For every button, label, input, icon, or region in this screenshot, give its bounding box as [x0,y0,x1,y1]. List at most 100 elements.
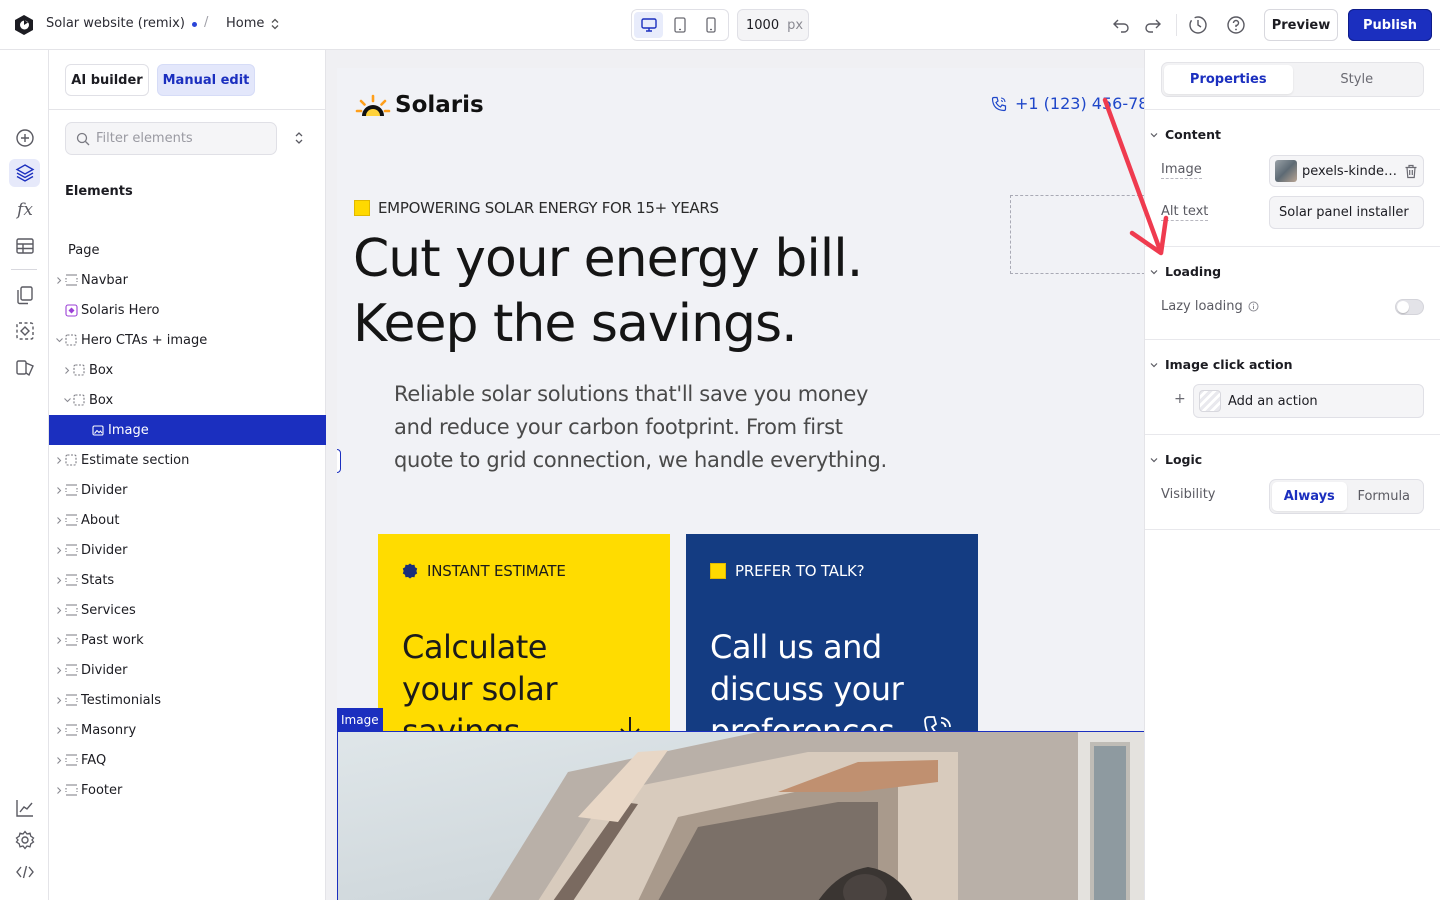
hero-headline-line-2: Keep the savings. [353,294,798,354]
tree-item[interactable]: Services [49,595,326,625]
code-icon[interactable] [13,860,37,884]
components-icon[interactable] [13,319,37,343]
tree-item[interactable]: Divider [49,535,326,565]
visibility-always-option[interactable]: Always [1272,482,1347,511]
site-brand[interactable]: Solaris [355,92,484,118]
publish-button[interactable]: Publish [1348,9,1432,41]
click-action-section-header[interactable]: Image click action [1149,357,1293,372]
tree-item-label: Box [89,392,114,408]
logic-section-header[interactable]: Logic [1149,452,1202,467]
section-divider [1145,246,1440,247]
alt-text-input[interactable]: Solar panel installer [1269,196,1424,229]
add-action-label: Add an action [1228,393,1318,409]
resize-handle[interactable] [337,449,341,473]
chevron-right-icon[interactable] [54,786,64,795]
tree-item[interactable]: Masonry [49,715,326,745]
tree-item[interactable]: Divider [49,655,326,685]
chevron-right-icon[interactable] [54,456,64,465]
trash-icon[interactable] [1404,164,1418,179]
tree-item[interactable]: Past work [49,625,326,655]
layers-icon[interactable] [9,159,40,187]
box-icon [72,363,86,377]
tree-item[interactable]: Image [49,415,326,445]
filter-elements-input[interactable]: Filter elements [65,122,277,155]
breadcrumb-separator: / [204,15,209,30]
section-divider [1145,339,1440,340]
desktop-view-button[interactable] [634,12,664,38]
add-action-button[interactable]: Add an action [1193,384,1424,418]
tree-item-label: Masonry [81,722,137,738]
history-icon[interactable] [1187,14,1209,36]
elements-heading: Elements [65,184,133,199]
chevron-right-icon[interactable] [54,576,64,585]
chevron-right-icon[interactable] [54,756,64,765]
app-logo-icon[interactable] [13,14,35,36]
chevron-right-icon[interactable] [54,546,64,555]
tab-style[interactable]: Style [1293,65,1422,94]
lazy-loading-toggle[interactable] [1395,299,1424,315]
plus-icon[interactable]: + [1174,391,1186,407]
tree-item[interactable]: Testimonials [49,685,326,715]
tree-item[interactable]: Page [49,235,326,265]
add-element-icon[interactable] [13,126,37,150]
sun-logo-icon [355,94,391,116]
tree-item[interactable]: Navbar [49,265,326,295]
visibility-formula-option[interactable]: Formula [1347,482,1422,511]
tree-item[interactable]: Estimate section [49,445,326,475]
tree-item[interactable]: Solaris Hero [49,295,326,325]
tab-properties[interactable]: Properties [1164,65,1293,94]
expand-collapse-icon[interactable] [293,130,305,146]
project-name[interactable]: Solar website (remix) [46,16,185,31]
assets-icon[interactable] [13,355,37,379]
mobile-view-button[interactable] [697,12,726,38]
help-icon[interactable] [1225,14,1247,36]
chevron-right-icon[interactable] [54,696,64,705]
manual-edit-tab[interactable]: Manual edit [157,64,255,96]
settings-gear-icon[interactable] [13,828,37,852]
tree-item-label: Divider [81,482,128,498]
undo-icon[interactable] [1110,14,1132,36]
device-switcher [631,9,729,41]
loading-section-header[interactable]: Loading [1149,264,1221,279]
redo-icon[interactable] [1142,14,1164,36]
selected-element-label: Image [337,708,383,731]
call-cta-tag: PREFER TO TALK? [710,562,865,580]
tree-item-label: Image [108,422,149,438]
chevron-down-icon[interactable] [54,336,64,344]
chevron-right-icon[interactable] [54,516,64,525]
canvas-width-input[interactable]: 1000 px [737,9,809,41]
tree-item-label: Stats [81,572,115,588]
chevron-right-icon[interactable] [54,636,64,645]
formula-icon[interactable]: fx [13,198,37,222]
tree-item[interactable]: Box [49,385,326,415]
pages-icon[interactable] [13,283,37,307]
table-icon[interactable] [13,234,37,258]
tree-item[interactable]: About [49,505,326,535]
tree-item[interactable]: Box [49,355,326,385]
preview-button[interactable]: Preview [1264,9,1338,41]
tree-item[interactable]: Footer [49,775,326,805]
estimate-cta-tag-text: INSTANT ESTIMATE [427,562,566,580]
analytics-icon[interactable] [13,796,37,820]
chevron-right-icon[interactable] [54,666,64,675]
ai-builder-tab[interactable]: AI builder [65,64,149,96]
chevron-right-icon[interactable] [54,276,64,285]
tree-item[interactable]: FAQ [49,745,326,775]
tree-item[interactable]: Stats [49,565,326,595]
tree-item[interactable]: Divider [49,475,326,505]
image-source-field[interactable]: pexels-kindel... [1269,155,1424,187]
chevron-down-icon[interactable] [62,396,72,404]
tablet-view-button[interactable] [665,12,694,38]
chevron-right-icon[interactable] [54,726,64,735]
chevron-right-icon[interactable] [62,366,72,375]
lazy-loading-label: Lazy loading [1161,299,1259,314]
section-divider [1145,529,1440,530]
page-selector[interactable]: Home [226,16,280,31]
image-thumbnail [1275,160,1297,182]
chevron-right-icon[interactable] [54,486,64,495]
hero-image[interactable] [337,731,1144,900]
chevron-right-icon[interactable] [54,606,64,615]
call-cta-tag-text: PREFER TO TALK? [735,562,865,580]
tree-item-label: Solaris Hero [81,302,160,318]
tree-item[interactable]: Hero CTAs + image [49,325,326,355]
